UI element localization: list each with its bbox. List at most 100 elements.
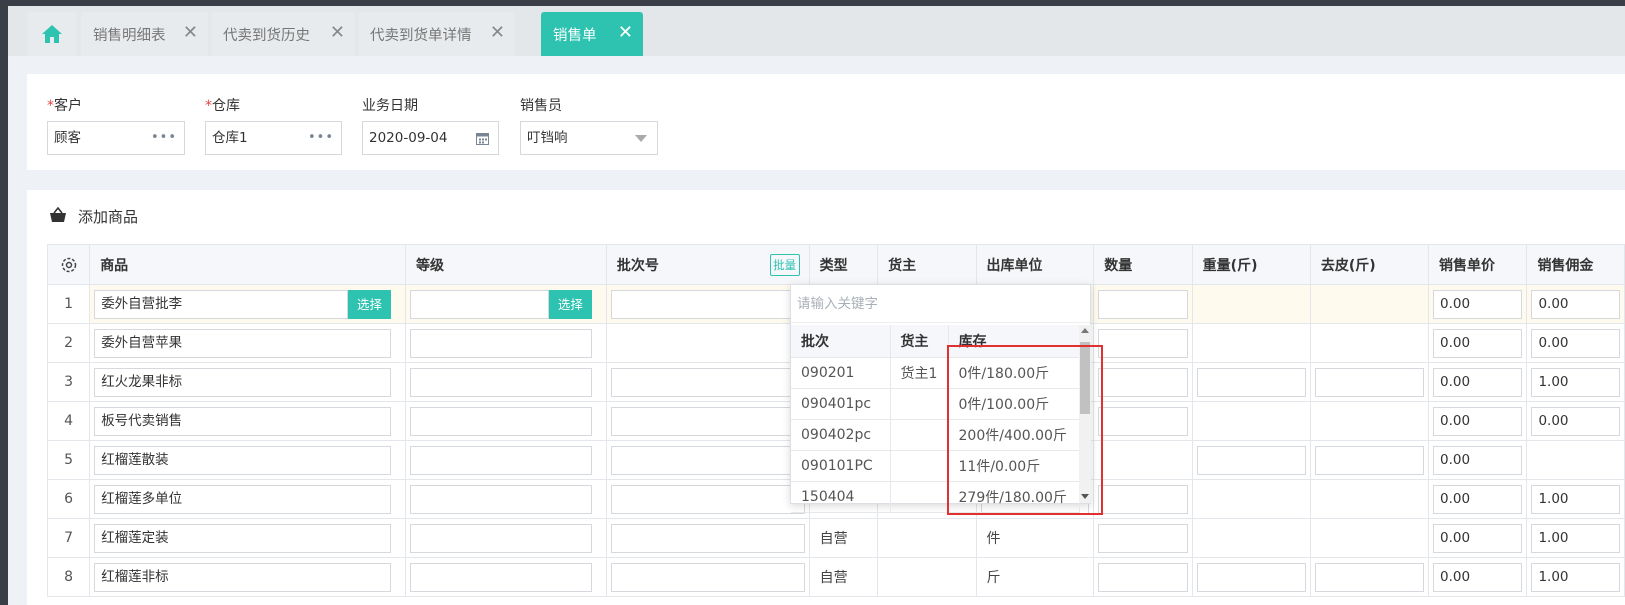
col-type: 类型 — [808, 244, 879, 285]
weight-input[interactable] — [1196, 563, 1306, 592]
select-button[interactable]: 选择 — [548, 290, 592, 319]
salesman-select[interactable]: 叮铛响 — [520, 121, 658, 155]
qty-input[interactable] — [1098, 563, 1188, 592]
date-label: 业务日期 — [362, 98, 418, 114]
commission-input[interactable]: 1.00 — [1531, 485, 1620, 514]
row-index: 1 — [46, 284, 91, 324]
qty-input[interactable] — [1098, 368, 1188, 397]
row-index: 8 — [46, 557, 91, 597]
price-cell: 0.00 — [1428, 284, 1528, 324]
grade-input[interactable] — [410, 290, 549, 319]
gear-icon[interactable] — [60, 256, 78, 274]
customer-field[interactable]: 顾客 ••• — [47, 121, 185, 155]
more-icon[interactable]: ••• — [308, 122, 334, 154]
commission-input[interactable]: 0.00 — [1531, 407, 1620, 436]
batch-input[interactable] — [610, 290, 805, 319]
calendar-icon[interactable] — [476, 132, 489, 145]
tab-home[interactable] — [27, 12, 77, 56]
price-input[interactable]: 0.00 — [1433, 485, 1523, 514]
table-row: 8 红榴莲非标 自营 斤 0.00 1.00 — [46, 557, 1625, 597]
row-index: 7 — [46, 518, 91, 558]
batch-input[interactable] — [610, 446, 805, 475]
tare-input[interactable] — [1314, 368, 1425, 397]
date-field[interactable]: 2020-09-04 — [362, 121, 499, 155]
price-cell: 0.00 — [1428, 401, 1528, 441]
batch-input[interactable] — [610, 524, 805, 553]
weight-cell — [1191, 479, 1311, 519]
tare-input[interactable] — [1314, 446, 1425, 475]
batch-button[interactable]: 批量 — [769, 254, 800, 276]
price-input[interactable]: 0.00 — [1433, 329, 1523, 358]
product-input[interactable]: 红榴莲非标 — [94, 563, 391, 592]
qty-input[interactable] — [1098, 407, 1188, 436]
product-input[interactable]: 红榴莲散装 — [94, 446, 391, 475]
scroll-up-icon[interactable] — [1081, 328, 1089, 333]
qty-cell — [1093, 440, 1193, 480]
close-icon[interactable]: ✕ — [183, 23, 198, 43]
grade-input[interactable] — [410, 485, 592, 514]
grade-input[interactable] — [410, 329, 592, 358]
tab-label: 代卖到货单详情 — [370, 27, 472, 44]
commission-input[interactable]: 0.00 — [1531, 290, 1620, 319]
close-icon[interactable]: ✕ — [330, 23, 345, 43]
price-input[interactable]: 0.00 — [1433, 563, 1523, 592]
commission-input[interactable]: 1.00 — [1531, 368, 1620, 397]
col-batch: 批次号 批量 — [605, 244, 810, 285]
qty-input[interactable] — [1098, 485, 1188, 514]
close-icon[interactable]: ✕ — [618, 23, 633, 43]
batch-input[interactable] — [610, 407, 805, 436]
product-input[interactable]: 委外自营苹果 — [94, 329, 391, 358]
qty-input[interactable] — [1098, 524, 1188, 553]
product-input[interactable]: 委外自营批李 — [94, 290, 348, 319]
batch-input[interactable] — [610, 563, 805, 592]
commission-input[interactable]: 1.00 — [1531, 524, 1620, 553]
tab-sales-order[interactable]: 销售单 ✕ — [541, 12, 643, 56]
grade-input[interactable] — [410, 524, 592, 553]
tab-consign-detail[interactable]: 代卖到货单详情 ✕ — [358, 12, 515, 56]
qty-cell — [1093, 479, 1193, 519]
commission-input[interactable]: 1.00 — [1531, 563, 1620, 592]
basket-icon — [50, 206, 66, 222]
product-cell: 红火龙果非标 — [89, 362, 406, 402]
commission-input[interactable]: 0.00 — [1531, 329, 1620, 358]
settings-column[interactable] — [46, 244, 91, 285]
product-input[interactable]: 板号代卖销售 — [94, 407, 391, 436]
more-icon[interactable]: ••• — [151, 122, 177, 154]
close-icon[interactable]: ✕ — [490, 23, 505, 43]
weight-input[interactable] — [1196, 368, 1306, 397]
tare-cell — [1309, 440, 1430, 480]
price-input[interactable]: 0.00 — [1433, 290, 1523, 319]
tare-input[interactable] — [1314, 563, 1425, 592]
batch-input[interactable] — [610, 485, 805, 514]
type-cell: 自营 — [808, 557, 879, 597]
product-input[interactable]: 红榴莲多单位 — [94, 485, 391, 514]
product-input[interactable]: 红榴莲定装 — [94, 524, 391, 553]
grade-cell — [405, 323, 607, 363]
price-input[interactable]: 0.00 — [1433, 368, 1523, 397]
product-cell: 红榴莲非标 — [89, 557, 406, 597]
select-button[interactable]: 选择 — [348, 290, 391, 319]
grade-input[interactable] — [410, 563, 592, 592]
tab-sales-detail[interactable]: 销售明细表 ✕ — [81, 12, 208, 56]
price-input[interactable]: 0.00 — [1433, 407, 1523, 436]
price-input[interactable]: 0.00 — [1433, 446, 1523, 475]
batch-input[interactable] — [610, 368, 805, 397]
table-header: 商品 等级 批次号 批量 类型 货主 出库单位 数量 重量(斤) 去皮(斤) 销售… — [46, 244, 1625, 285]
weight-input[interactable] — [1196, 446, 1306, 475]
weight-cell — [1191, 284, 1311, 324]
grade-input[interactable] — [410, 368, 592, 397]
qty-input[interactable] — [1098, 329, 1188, 358]
price-input[interactable]: 0.00 — [1433, 524, 1523, 553]
product-input[interactable]: 红火龙果非标 — [94, 368, 391, 397]
warehouse-field[interactable]: 仓库1 ••• — [205, 121, 342, 155]
grade-input[interactable] — [410, 446, 592, 475]
salesman-label: 销售员 — [520, 98, 562, 114]
batch-cell — [605, 557, 810, 597]
grade-input[interactable] — [410, 407, 592, 436]
row-index: 4 — [46, 401, 91, 441]
batch-search-input[interactable]: 请输入关键字 — [791, 285, 1090, 323]
tab-consign-history[interactable]: 代卖到货历史 ✕ — [211, 12, 355, 56]
qty-cell — [1093, 362, 1193, 402]
qty-cell — [1093, 284, 1193, 324]
qty-input[interactable] — [1098, 290, 1188, 319]
